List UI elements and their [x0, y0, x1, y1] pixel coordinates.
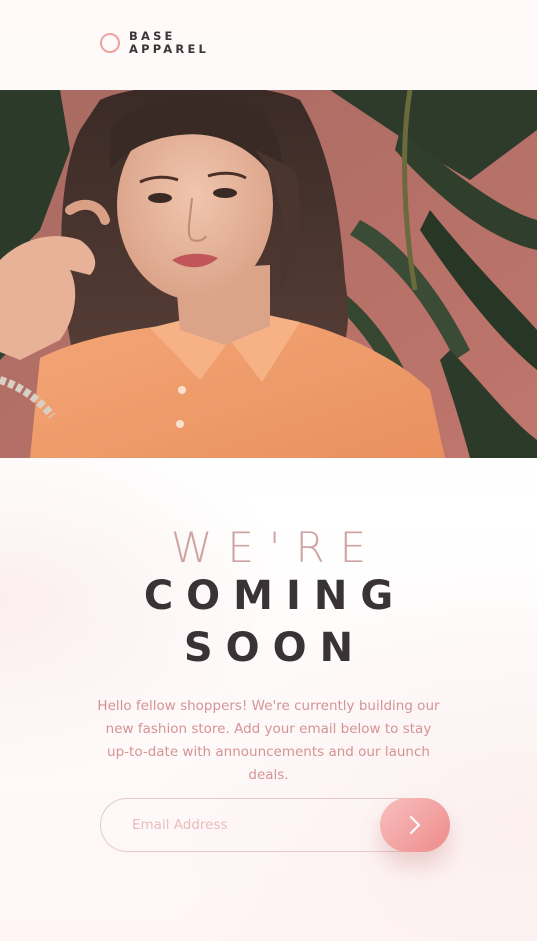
brand-name-line2: APPAREL — [129, 42, 210, 56]
main-content: WE'RE COMING SOON Hello fellow shoppers!… — [0, 458, 537, 852]
logo-circle-icon — [100, 33, 120, 53]
brand-name: BASE APPAREL — [129, 30, 209, 56]
intro-description: Hello fellow shoppers! We're currently b… — [97, 698, 440, 783]
site-header: BASE APPAREL — [0, 0, 537, 90]
email-signup-form — [100, 798, 450, 852]
hero-image — [0, 90, 537, 458]
headline-coming: COMING — [143, 573, 407, 619]
headline-soon: SOON — [183, 625, 367, 671]
submit-button[interactable] — [380, 798, 450, 852]
brand-logo[interactable]: BASE APPAREL — [100, 30, 209, 56]
chevron-right-icon — [410, 816, 420, 834]
headline-were: WE'RE — [170, 523, 382, 572]
hero-photo-illustration — [0, 90, 537, 458]
